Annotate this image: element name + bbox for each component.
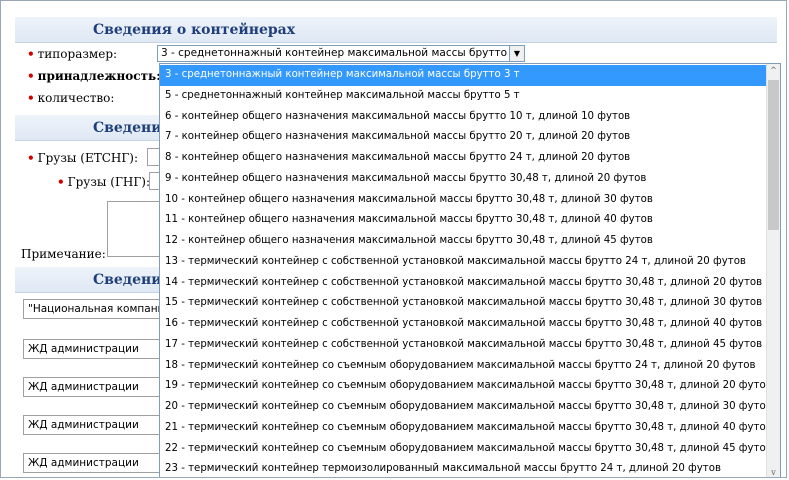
rail-admin-input-1[interactable]: ЖД администрации xyxy=(23,339,163,359)
quantity-label: • количество: xyxy=(27,91,114,105)
dropdown-option[interactable]: 18 - термический контейнер со съемным об… xyxy=(160,356,766,377)
dropdown-option[interactable]: 17 - термический контейнер с собственной… xyxy=(160,335,766,356)
scroll-up-icon[interactable]: ^ xyxy=(767,64,780,78)
dropdown-option[interactable]: 5 - среднетоннажный контейнер максимальн… xyxy=(160,86,766,107)
cargo-etsng-label: • Грузы (ЕТСНГ): xyxy=(27,151,138,165)
required-marker: • xyxy=(27,91,35,105)
required-marker: • xyxy=(27,69,35,83)
size-type-select-value: 3 - среднетоннажный контейнер максимальн… xyxy=(161,47,525,59)
dropdown-option[interactable]: 16 - термический контейнер с собственной… xyxy=(160,314,766,335)
dropdown-option[interactable]: 20 - термический контейнер со съемным об… xyxy=(160,397,766,418)
container-info-form: Сведения о контейнерах • типоразмер: 3 - … xyxy=(0,0,787,478)
required-marker: • xyxy=(27,47,35,61)
required-marker: • xyxy=(27,151,35,165)
cargo-gng-label: • Грузы (ГНГ): xyxy=(57,175,150,189)
rail-admin-input-2[interactable]: ЖД администрации xyxy=(23,377,163,397)
scroll-thumb[interactable] xyxy=(768,80,779,230)
note-label: Примечание: xyxy=(21,247,106,261)
chevron-down-icon[interactable]: ▼ xyxy=(509,46,524,61)
size-type-label: • типоразмер: xyxy=(27,47,117,61)
required-marker: • xyxy=(57,175,65,189)
dropdown-option[interactable]: 21 - термический контейнер со съемным об… xyxy=(160,418,766,439)
dropdown-option[interactable]: 10 - контейнер общего назначения максима… xyxy=(160,190,766,211)
dropdown-option[interactable]: 9 - контейнер общего назначения максимал… xyxy=(160,169,766,190)
dropdown-option[interactable]: 22 - термический контейнер со съемным об… xyxy=(160,439,766,460)
dropdown-option[interactable]: 14 - термический контейнер с собственной… xyxy=(160,273,766,294)
company-input[interactable]: "Национальная компани xyxy=(23,299,163,319)
section-title-cargo: Сведени xyxy=(93,120,162,136)
note-textarea[interactable] xyxy=(107,201,163,257)
dropdown-option[interactable]: 13 - термический контейнер с собственной… xyxy=(160,252,766,273)
section-title-containers: Сведения о контейнерах xyxy=(93,22,296,38)
size-type-select[interactable]: 3 - среднетоннажный контейнер максимальн… xyxy=(157,45,525,62)
dropdown-option[interactable]: 7 - контейнер общего назначения максимал… xyxy=(160,127,766,148)
quantity-text: количество: xyxy=(37,91,115,105)
scroll-down-icon[interactable]: v xyxy=(767,466,780,477)
ownership-text: принадлежность: xyxy=(37,69,161,83)
dropdown-option[interactable]: 6 - контейнер общего назначения максимал… xyxy=(160,107,766,128)
dropdown-option[interactable]: 15 - термический контейнер с собственной… xyxy=(160,293,766,314)
rail-admin-input-4[interactable]: ЖД администрации xyxy=(23,453,163,473)
size-type-text: типоразмер: xyxy=(37,47,118,61)
cargo-gng-text: Грузы (ГНГ): xyxy=(67,175,151,189)
rail-admin-input-3[interactable]: ЖД администрации xyxy=(23,415,163,435)
dropdown-option[interactable]: 19 - термический контейнер со съемным об… xyxy=(160,376,766,397)
section-header-containers: Сведения о контейнерах xyxy=(15,17,777,43)
dropdown-scrollbar[interactable]: ^ v xyxy=(766,64,780,477)
dropdown-option[interactable]: 23 - термический контейнер термоизолиров… xyxy=(160,459,766,477)
size-type-dropdown-list[interactable]: 3 - среднетоннажный контейнер максимальн… xyxy=(159,63,781,477)
dropdown-option[interactable]: 12 - контейнер общего назначения максима… xyxy=(160,231,766,252)
dropdown-option[interactable]: 11 - контейнер общего назначения максима… xyxy=(160,210,766,231)
cargo-etsng-text: Грузы (ЕТСНГ): xyxy=(37,151,139,165)
ownership-label: • принадлежность: xyxy=(27,69,161,83)
dropdown-option[interactable]: 8 - контейнер общего назначения максимал… xyxy=(160,148,766,169)
dropdown-option[interactable]: 3 - среднетоннажный контейнер максимальн… xyxy=(160,65,766,86)
